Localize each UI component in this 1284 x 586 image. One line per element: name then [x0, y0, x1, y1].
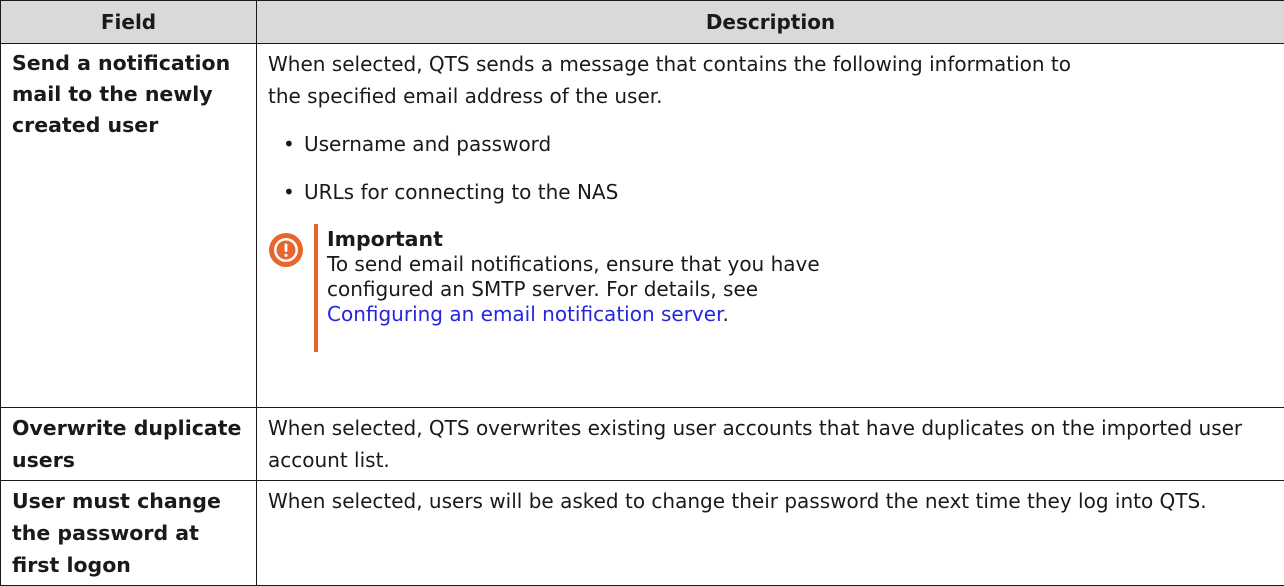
- bullet-text: Username and password: [304, 132, 551, 156]
- table-row: Send a notification mail to the newly cr…: [1, 44, 1284, 408]
- description-text: When selected, QTS sends a message that …: [268, 48, 1094, 112]
- bullet-list: • Username and password • URLs for conne…: [268, 128, 1274, 208]
- field-name: Send a notification mail to the newly cr…: [1, 44, 257, 408]
- list-item: • URLs for connecting to the NAS: [268, 176, 1274, 208]
- field-description: When selected, users will be asked to ch…: [257, 481, 1284, 586]
- field-description: When selected, QTS sends a message that …: [257, 44, 1284, 408]
- header-description: Description: [257, 1, 1284, 44]
- important-exclamation-icon: [269, 233, 303, 267]
- bullet-icon: •: [283, 176, 295, 208]
- field-name: Overwrite duplicate users: [1, 408, 257, 481]
- header-field: Field: [1, 1, 257, 44]
- field-description-table: Field Description Send a notification ma…: [0, 0, 1284, 586]
- field-name: User must change the password at first l…: [1, 481, 257, 586]
- table-row: User must change the password at first l…: [1, 481, 1284, 586]
- note-title: Important: [327, 224, 1274, 252]
- bullet-text: URLs for connecting to the NAS: [304, 180, 618, 204]
- table-header-row: Field Description: [1, 1, 1284, 44]
- list-item: • Username and password: [268, 128, 1274, 160]
- table-row: Overwrite duplicate users When selected,…: [1, 408, 1284, 481]
- note-text-end: .: [722, 302, 728, 326]
- note-text: To send email notifications, ensure that…: [327, 252, 820, 301]
- note-accent-bar: [314, 224, 318, 352]
- configuring-email-server-link[interactable]: Configuring an email notification server: [327, 302, 722, 326]
- note-body: Important To send email notifications, e…: [312, 224, 1274, 327]
- important-note: Important To send email notifications, e…: [268, 224, 1274, 354]
- field-description: When selected, QTS overwrites existing u…: [257, 408, 1284, 481]
- bullet-icon: •: [283, 128, 295, 160]
